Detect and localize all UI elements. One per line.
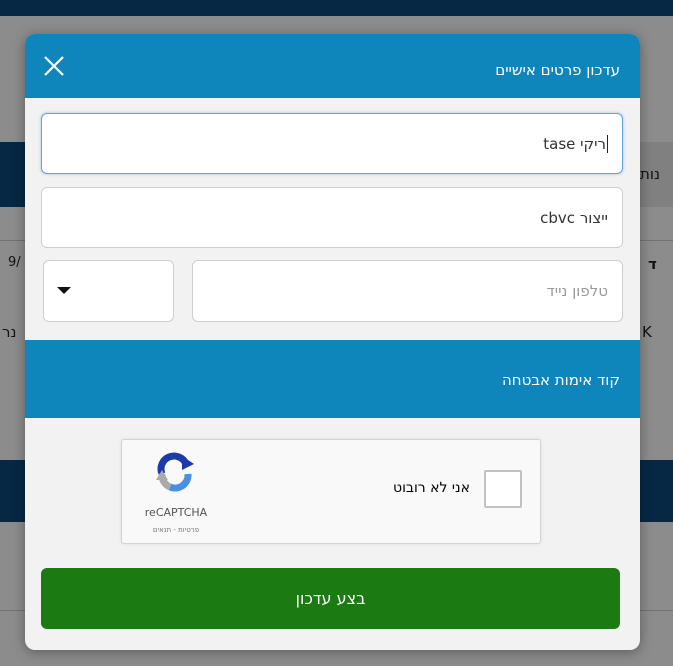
recaptcha-widget: אני לא רובוט reCAPTCHA פרטיות - תנאים — [121, 439, 541, 544]
submit-update-button[interactable]: בצע עדכון — [41, 568, 620, 629]
captcha-checkbox[interactable] — [484, 470, 522, 508]
name-field[interactable]: ריקי tase — [41, 113, 623, 174]
company-field[interactable]: ייצור cbvc — [41, 187, 623, 248]
recaptcha-privacy-terms-links[interactable]: פרטיות - תנאים — [134, 526, 218, 534]
close-button[interactable] — [43, 55, 65, 77]
recaptcha-brand: reCAPTCHA — [144, 506, 208, 519]
mobile-phone-placeholder: טלפון נייד — [546, 282, 608, 300]
captcha-checkbox-label: אני לא רובוט — [392, 480, 470, 496]
name-field-value: ריקי tase — [543, 134, 606, 153]
text-caret — [607, 134, 608, 153]
chevron-down-icon — [57, 287, 71, 294]
modal-header: עדכון פרטים אישיים — [25, 34, 640, 98]
recaptcha-logo-icon — [156, 452, 194, 492]
update-details-modal: עדכון פרטים אישיים ריקי tase ייצור cbvc … — [25, 34, 640, 650]
phone-prefix-select[interactable] — [43, 260, 174, 322]
modal-title: עדכון פרטים אישיים — [495, 61, 620, 79]
security-code-section: קוד אימות אבטחה — [25, 340, 640, 418]
company-field-value: ייצור cbvc — [540, 208, 608, 227]
mobile-phone-field[interactable]: טלפון נייד — [192, 260, 623, 322]
close-icon — [44, 56, 64, 76]
security-code-label: קוד אימות אבטחה — [502, 371, 620, 389]
